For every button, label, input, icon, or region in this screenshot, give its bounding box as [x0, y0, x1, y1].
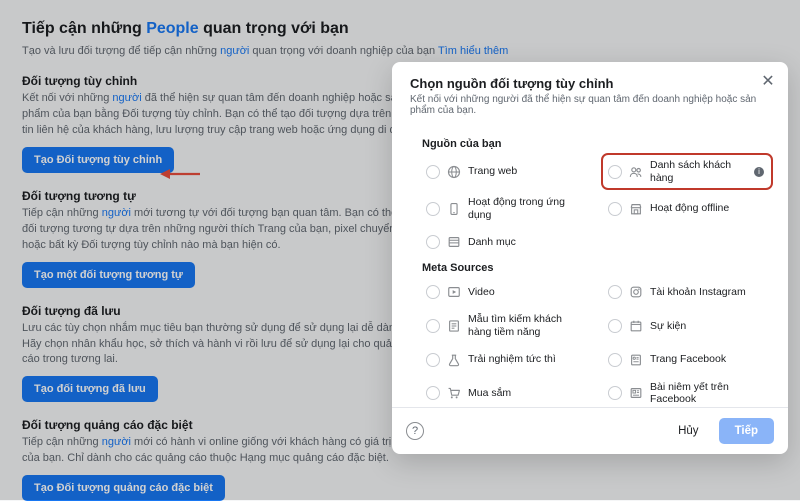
source-label: Bài niêm yết trên Facebook — [650, 381, 766, 406]
source-option[interactable]: Sự kiện — [604, 310, 770, 341]
source-option[interactable]: Danh mục — [422, 230, 588, 254]
phone-icon — [447, 202, 461, 216]
radio-icon — [426, 353, 440, 367]
source-label: Danh mục — [468, 236, 516, 249]
custom-audience-source-modal: Chọn nguồn đối tượng tùy chỉnh Kết nối v… — [392, 62, 788, 454]
source-option[interactable]: Bài niêm yết trên Facebook — [604, 378, 770, 407]
page-icon — [629, 353, 643, 367]
source-label: Hoạt động offline — [650, 202, 729, 215]
users-icon — [629, 165, 643, 179]
listing-icon — [629, 386, 643, 400]
source-label: Tài khoản Instagram — [650, 286, 746, 299]
radio-icon — [426, 285, 440, 299]
source-grid: Trang web Danh sách khách hàng i Hoạt động … — [422, 156, 770, 254]
source-option[interactable]: Trải nghiệm tức thì — [422, 348, 588, 372]
next-button[interactable]: Tiếp — [719, 418, 774, 444]
radio-icon — [426, 202, 440, 216]
radio-icon — [608, 319, 622, 333]
radio-icon — [426, 319, 440, 333]
source-label: Danh sách khách hàng — [650, 159, 745, 184]
flask-icon — [447, 353, 461, 367]
catalog-icon — [447, 235, 461, 249]
source-grid: Video Tài khoản Instagram Mẫu tìm kiếm khá… — [422, 280, 770, 407]
modal-header: Chọn nguồn đối tượng tùy chỉnh Kết nối v… — [392, 62, 788, 122]
close-button[interactable]: ✕ — [758, 72, 778, 92]
modal-body: Nguồn của bạn Trang web Danh sách khách hà… — [392, 122, 788, 407]
source-label: Mua sắm — [468, 387, 511, 400]
store-icon — [629, 202, 643, 216]
cart-icon — [447, 386, 461, 400]
source-label: Video — [468, 286, 495, 299]
source-group-title: Meta Sources — [422, 262, 770, 274]
source-option[interactable]: Trang Facebook — [604, 348, 770, 372]
source-option[interactable]: Hoạt động trong ứng dụng — [422, 193, 588, 224]
modal-title: Chọn nguồn đối tượng tùy chỉnh — [410, 76, 772, 91]
source-label: Trang web — [468, 165, 517, 178]
radio-icon — [426, 235, 440, 249]
radio-icon — [608, 202, 622, 216]
close-icon: ✕ — [761, 73, 774, 90]
radio-icon — [426, 386, 440, 400]
instagram-icon — [629, 285, 643, 299]
radio-icon — [608, 285, 622, 299]
source-option[interactable]: Danh sách khách hàng i — [604, 156, 770, 187]
modal-subtitle: Kết nối với những người đã thể hiện sự q… — [410, 94, 772, 116]
globe-icon — [447, 165, 461, 179]
source-label: Trang Facebook — [650, 353, 726, 366]
modal-footer: ? Hủy Tiếp — [392, 407, 788, 454]
cancel-button[interactable]: Hủy — [668, 419, 708, 443]
calendar-icon — [629, 319, 643, 333]
source-option[interactable]: Video — [422, 280, 588, 304]
source-option[interactable]: Hoạt động offline — [604, 193, 770, 224]
help-icon[interactable]: ? — [406, 422, 424, 440]
radio-icon — [608, 165, 622, 179]
source-option[interactable]: Trang web — [422, 156, 588, 187]
source-option[interactable]: Mẫu tìm kiếm khách hàng tiềm năng — [422, 310, 588, 341]
radio-icon — [426, 165, 440, 179]
source-label: Mẫu tìm kiếm khách hàng tiềm năng — [468, 313, 584, 338]
source-option[interactable]: Mua sắm — [422, 378, 588, 407]
source-option[interactable]: Tài khoản Instagram — [604, 280, 770, 304]
info-icon[interactable]: i — [754, 167, 764, 177]
form-icon — [447, 319, 461, 333]
source-label: Sự kiện — [650, 320, 686, 333]
source-label: Hoạt động trong ứng dụng — [468, 196, 584, 221]
radio-icon — [608, 353, 622, 367]
source-group-title: Nguồn của bạn — [422, 138, 770, 150]
source-label: Trải nghiệm tức thì — [468, 353, 556, 366]
radio-icon — [608, 386, 622, 400]
play-icon — [447, 285, 461, 299]
